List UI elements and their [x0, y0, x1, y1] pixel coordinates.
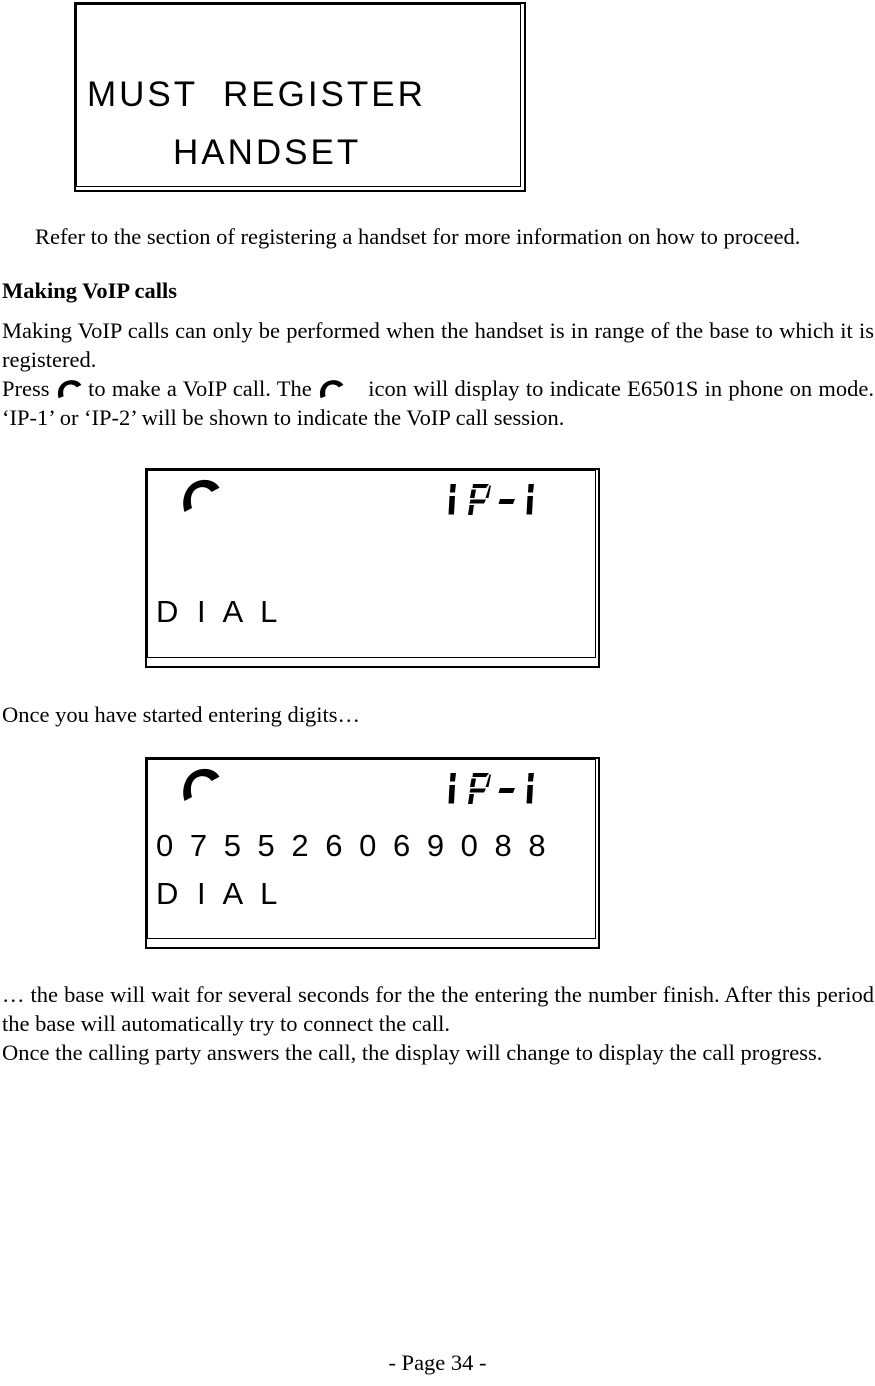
heading-making-voip-calls: Making VoIP calls — [2, 278, 178, 303]
lcd-screen: D I A L — [147, 470, 596, 658]
paragraph-once-entering-digits: Once you have started entering digits… — [2, 702, 361, 727]
press-text-part-2: to make a VoIP call. The — [88, 376, 312, 401]
lcd-indicator-ip-1 — [446, 483, 537, 522]
seg-char-dash — [497, 772, 517, 811]
phone-handset-icon — [180, 479, 220, 513]
seg-char-i — [446, 483, 461, 522]
phone-handset-icon — [56, 380, 82, 399]
page-footer: - Page 34 - — [388, 1350, 487, 1375]
press-text-part-1: Press — [2, 376, 50, 401]
lcd-register-line-1: MUST REGISTER — [87, 75, 426, 114]
paragraph-press-to-call: Press to make a VoIP call. The icon will… — [2, 374, 874, 432]
seg-char-dash — [497, 483, 517, 522]
document-page: MUST REGISTER HANDSET Refer to the secti… — [0, 0, 875, 1386]
paragraph-refer-to-section: Refer to the section of registering a ha… — [35, 224, 801, 249]
lcd-indicator-ip-1 — [446, 772, 537, 811]
paragraph-call-progress: Once the calling party answers the call,… — [2, 1040, 823, 1065]
phone-handset-icon-2 — [318, 380, 362, 399]
lcd-status-dial: D I A L — [156, 594, 283, 629]
lcd-dialled-digits: 0 7 5 5 2 6 0 6 9 0 8 8 — [156, 828, 550, 863]
lcd-display-must-register: MUST REGISTER HANDSET — [74, 2, 526, 192]
seg-char-1 — [522, 483, 537, 522]
lcd-screen: 0 7 5 5 2 6 0 6 9 0 8 8 D I A L — [147, 759, 596, 939]
lcd-status-dial: D I A L — [156, 876, 283, 911]
lcd-register-line-2: HANDSET — [173, 133, 362, 172]
lcd-screen: MUST REGISTER HANDSET — [76, 4, 521, 187]
seg-char-i — [446, 772, 461, 811]
lcd-display-dial-number: 0 7 5 5 2 6 0 6 9 0 8 8 D I A L — [145, 757, 600, 949]
seg-char-p — [466, 483, 492, 522]
seg-char-1 — [522, 772, 537, 811]
paragraph-making-voip-intro: Making VoIP calls can only be performed … — [2, 318, 874, 372]
seg-char-p — [466, 772, 492, 811]
lcd-display-dial-empty: D I A L — [145, 468, 600, 668]
phone-handset-icon — [180, 768, 220, 802]
paragraph-base-wait: … the base will wait for several seconds… — [2, 982, 874, 1036]
